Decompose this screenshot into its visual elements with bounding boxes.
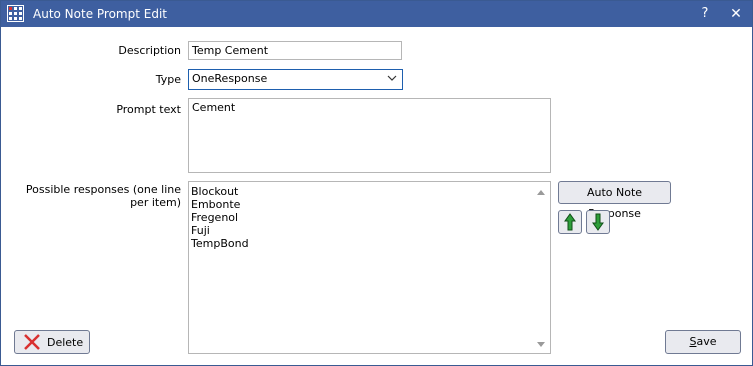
red-x-icon bbox=[24, 334, 40, 350]
save-button[interactable]: Save bbox=[665, 330, 741, 354]
possible-responses-label: Possible responses (one line per item) bbox=[25, 183, 181, 209]
save-button-label: Save bbox=[689, 335, 717, 348]
type-select-value: OneResponse bbox=[192, 72, 268, 85]
move-down-button[interactable] bbox=[586, 210, 610, 234]
app-grid-icon bbox=[7, 5, 24, 22]
response-line: TempBond bbox=[191, 237, 249, 250]
type-label: Type bbox=[155, 73, 181, 86]
chevron-down-icon bbox=[387, 75, 397, 81]
scroll-down-arrow-icon[interactable] bbox=[536, 340, 546, 350]
description-input[interactable]: Temp Cement bbox=[188, 41, 402, 60]
delete-button-label: Delete bbox=[47, 336, 84, 349]
prompt-text-label: Prompt text bbox=[116, 103, 181, 116]
response-line: Blockout bbox=[191, 185, 239, 198]
help-button[interactable]: ? bbox=[696, 5, 714, 23]
green-up-arrow-icon bbox=[564, 213, 576, 231]
possible-responses-textarea[interactable]: Blockout Embonte Fregenol Fuji TempBond bbox=[188, 181, 551, 354]
delete-button[interactable]: Delete bbox=[14, 330, 90, 354]
response-line: Embonte bbox=[191, 198, 241, 211]
description-label: Description bbox=[118, 44, 181, 57]
auto-note-prompt-edit-window: Auto Note Prompt Edit ? ✕ Description Te… bbox=[0, 0, 753, 366]
green-down-arrow-icon bbox=[592, 213, 604, 231]
response-line: Fuji bbox=[191, 224, 210, 237]
auto-note-response-button[interactable]: Auto Note Response bbox=[558, 181, 671, 220]
close-button[interactable]: ✕ bbox=[726, 5, 746, 23]
prompt-text-area[interactable]: Cement bbox=[188, 98, 551, 173]
scroll-up-arrow-icon[interactable] bbox=[536, 187, 546, 197]
move-up-button[interactable] bbox=[558, 210, 582, 234]
title-bar: Auto Note Prompt Edit ? ✕ bbox=[1, 1, 752, 27]
window-title: Auto Note Prompt Edit bbox=[33, 7, 167, 21]
response-line: Fregenol bbox=[191, 211, 239, 224]
type-select[interactable]: OneResponse bbox=[188, 69, 403, 90]
responses-list: Blockout Embonte Fregenol Fuji TempBond bbox=[189, 185, 249, 250]
